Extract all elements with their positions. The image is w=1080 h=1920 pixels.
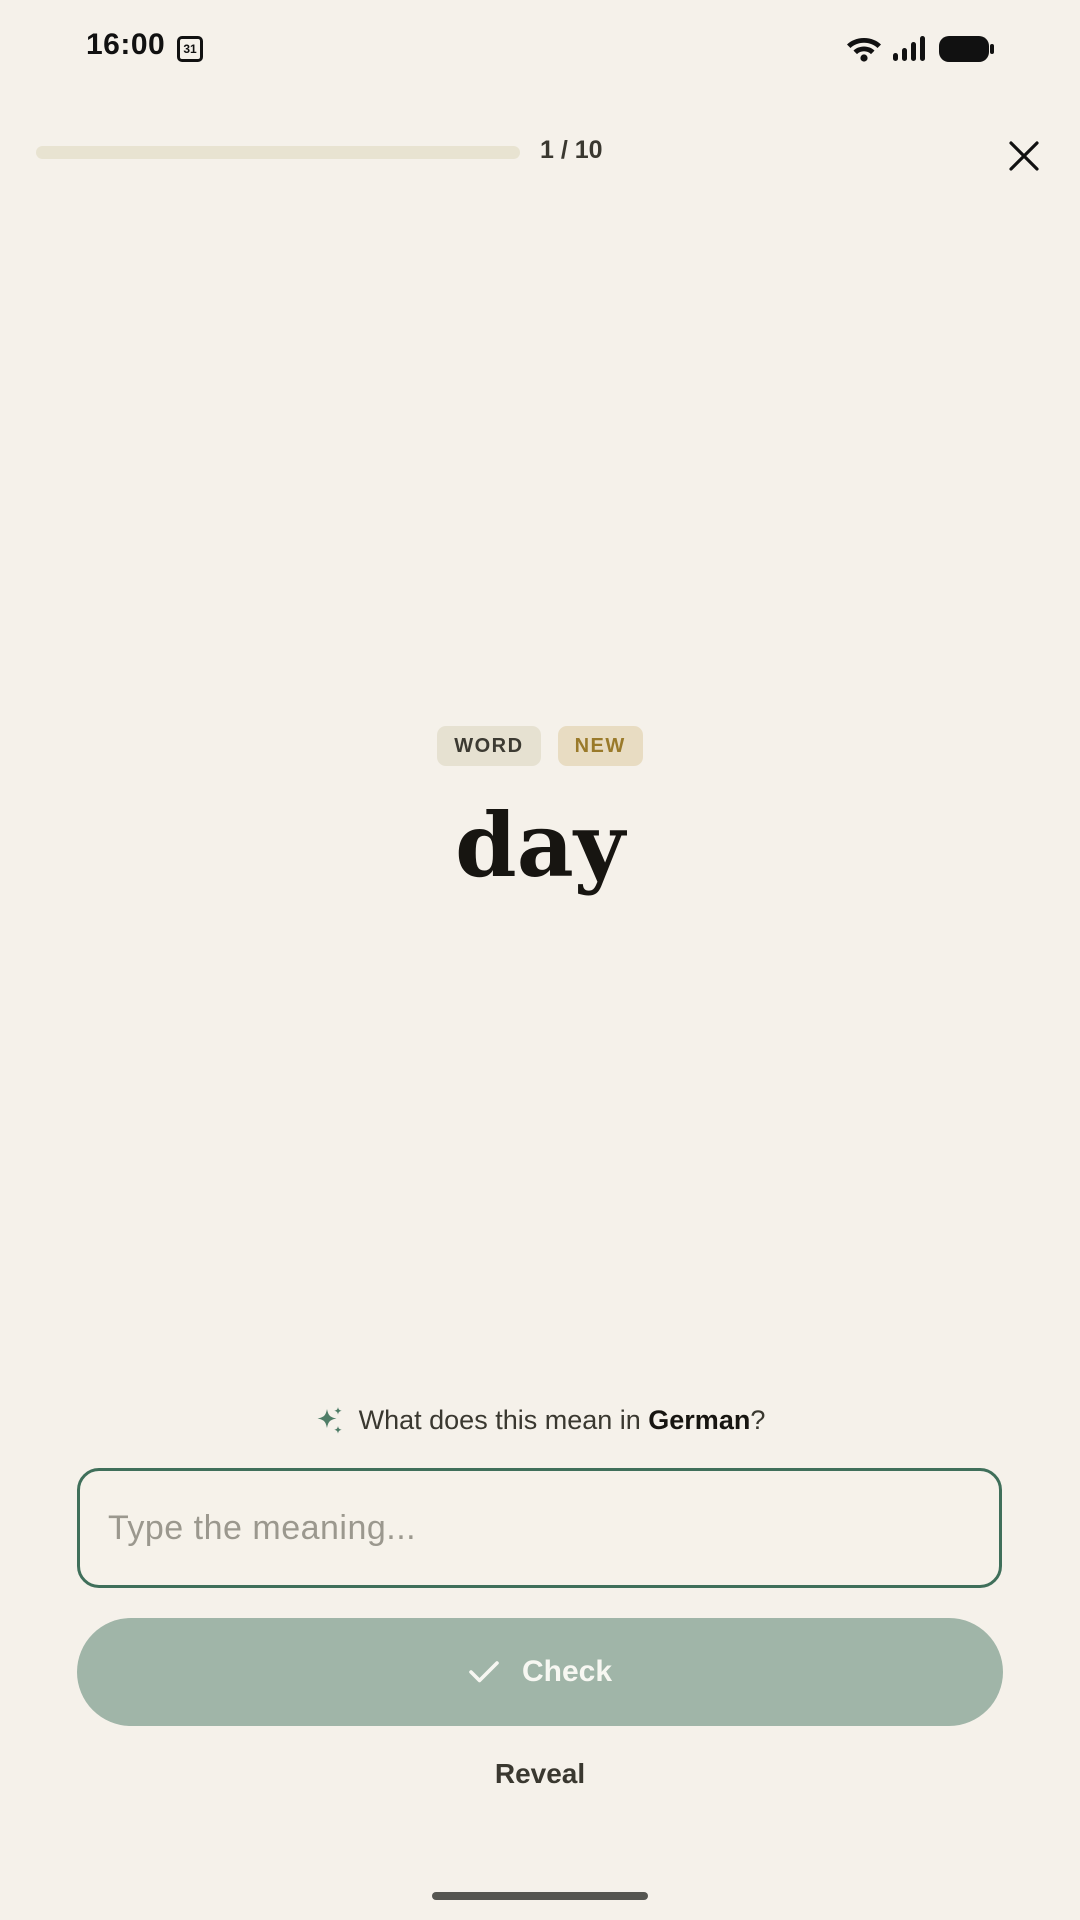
- prompt-suffix: ?: [750, 1405, 766, 1435]
- tag-word: WORD: [437, 726, 541, 766]
- reveal-button[interactable]: Reveal: [0, 1758, 1080, 1790]
- vocabulary-word: day: [455, 793, 625, 897]
- signal-icon: [893, 36, 925, 61]
- prompt-label: What does this mean in German?: [359, 1405, 766, 1436]
- calendar-icon: 31: [177, 36, 203, 62]
- close-icon: [1009, 141, 1039, 171]
- tag-group: WORD NEW: [0, 726, 1080, 766]
- status-bar: 16:00 31: [0, 0, 1080, 100]
- status-time: 16:00: [86, 28, 166, 61]
- prompt-language: German: [648, 1405, 751, 1435]
- checkmark-icon: [469, 1661, 499, 1683]
- sparkle-icon: [317, 1406, 342, 1434]
- meaning-input[interactable]: [77, 1468, 1002, 1588]
- battery-icon: [939, 36, 994, 62]
- wifi-icon: [847, 38, 881, 62]
- progress-bar: [36, 146, 520, 159]
- prompt-text: What does this mean in German?: [0, 1405, 1080, 1436]
- home-indicator[interactable]: [432, 1892, 648, 1900]
- tag-new: NEW: [557, 726, 643, 766]
- close-button[interactable]: [996, 128, 1052, 184]
- prompt-prefix: What does this mean in: [358, 1405, 649, 1435]
- progress-counter: 1 / 10: [540, 136, 603, 164]
- check-label: Check: [521, 1655, 613, 1688]
- check-button[interactable]: Check: [77, 1618, 1003, 1726]
